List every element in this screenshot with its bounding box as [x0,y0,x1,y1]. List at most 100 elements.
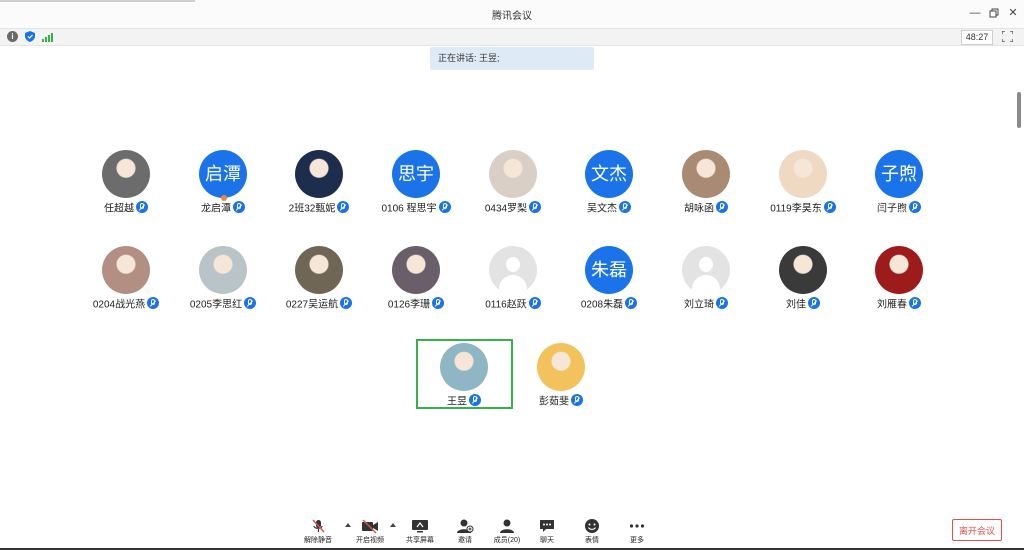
participant-name-row: 0208朱磊 [564,294,654,311]
scrollbar-thumb[interactable] [1017,92,1021,128]
participant-name-row: 0106 程思宇 [371,198,461,215]
participant-tile[interactable]: 启潭 龙启潭 [178,150,268,220]
reactions-button[interactable]: 表情 [570,518,614,548]
invite-label: 邀请 [458,537,472,544]
members-button[interactable]: 成员(20) [485,518,529,548]
participant-tile[interactable]: 0204战光燕 [81,246,171,316]
fullscreen-icon[interactable] [1002,31,1013,42]
avatar [199,246,247,294]
participant-name: 刘雁春 [877,299,907,311]
mic-muted-icon [233,200,245,213]
participant-tile[interactable]: 任超越 [81,150,171,220]
avatar: 文杰 [585,150,633,198]
more-button[interactable]: 更多 [615,518,659,548]
participant-name-row: 吴文杰 [564,198,654,214]
title-strip [0,0,195,2]
participant-name-row: 0204战光燕 [81,294,171,311]
avatar [682,150,730,198]
mic-muted-icon [136,200,148,213]
avatar: 启潭 [199,150,247,198]
participant-name-row: 0116赵跃 [468,294,558,311]
avatar [102,150,150,198]
default-avatar-body [692,275,720,294]
invite-button[interactable]: 邀请 [443,518,487,548]
signal-icon[interactable] [42,32,54,42]
mic-muted-icon [619,200,631,213]
participant-name: 0106 程思宇 [381,203,437,215]
mic-muted-icon [909,296,921,309]
participant-tile[interactable]: 思宇 0106 程思宇 [371,150,461,220]
mic-muted-icon [716,296,728,309]
title-bar: 腾讯会议 — ✕ [0,0,1024,28]
start-video-label: 开启视频 [356,537,384,544]
participant-name-row: 刘雁春 [854,294,944,311]
participant-tile[interactable]: 刘雁春 [854,246,944,316]
chat-label: 聊天 [540,537,554,544]
participant-tile[interactable]: 文杰 吴文杰 [564,150,654,220]
avatar [537,343,585,391]
participant-name-row: 龙启潭 [178,198,268,215]
more-label: 更多 [630,537,644,544]
participant-tile[interactable]: 0126李珊 [371,246,461,316]
participant-tile[interactable]: 彭茹斐 [516,343,606,413]
leave-meeting-button[interactable]: 离开会议 [952,519,1002,541]
video-options-caret[interactable] [390,523,396,527]
avatar [295,246,343,294]
participant-tile[interactable]: 0119李昊东 [758,150,848,220]
participant-tile[interactable]: 0434罗梨 [468,150,558,220]
unmute-label: 解除静音 [304,537,332,544]
participant-name-row: 胡咏函 [661,198,751,214]
unmute-button[interactable]: 解除静音 [296,518,340,548]
default-avatar-head [699,257,713,272]
participant-name: 0204战光燕 [92,299,146,311]
participant-tile[interactable]: 0227吴运航 [274,246,364,316]
participant-name: 0126李珊 [387,299,431,311]
share-screen-icon [412,520,428,533]
participant-name: 0116赵跃 [485,299,527,311]
members-label: 成员(20) [493,537,521,544]
participant-tile[interactable]: 刘立琦 [661,246,751,316]
mic-muted-icon [147,296,160,309]
participant-tile[interactable]: 2班32甄妮 [274,150,364,220]
participant-tile[interactable]: 子煦 闫子煦 [854,150,944,220]
avatar [295,150,343,198]
participant-name-row: 任超越 [81,198,171,214]
avatar: 子煦 [875,150,923,198]
participant-tile[interactable]: 胡咏函 [661,150,751,220]
start-video-button[interactable]: 开启视频 [348,518,392,548]
avatar [779,246,827,294]
mic-muted-icon [823,200,836,213]
emoji-icon [585,519,599,533]
restore-icon[interactable] [987,6,1001,20]
participant-name: 0208朱磊 [580,299,624,311]
participant-tile[interactable]: 朱磊 0208朱磊 [564,246,654,316]
participant-name-row: 0119李昊东 [758,198,848,214]
shield-icon[interactable] [25,31,35,42]
default-avatar-body [499,275,527,294]
participant-tile[interactable]: 0205李思红 [178,246,268,316]
participant-name: 龙启潭 [201,203,231,215]
participant-name: 0227吴运航 [285,299,339,311]
info-icon[interactable]: i [7,31,18,42]
close-icon[interactable]: ✕ [1006,6,1020,20]
minimize-icon[interactable]: — [968,6,982,20]
participant-name: 2班32甄妮 [288,203,336,215]
mic-muted-icon [244,296,257,309]
participant-name-row: 0227吴运航 [274,294,364,311]
participant-name-row: 闫子煦 [854,198,944,215]
active-speaker-frame [416,339,513,409]
status-bar: i 48:27 [0,28,1024,46]
avatar [779,150,827,198]
participant-name: 闫子煦 [877,203,907,215]
participant-name: 彭茹斐 [539,396,569,408]
more-icon [629,524,645,528]
participant-tile[interactable]: 0116赵跃 [468,246,558,316]
mic-muted-icon [716,200,728,213]
avatar: 思宇 [392,150,440,198]
participant-name-row: 刘立琦 [661,294,751,310]
window-title: 腾讯会议 [492,11,532,22]
chat-button[interactable]: 聊天 [525,518,569,548]
share-screen-button[interactable]: 共享屏幕 [398,518,442,548]
participant-tile[interactable]: 刘佳 [758,246,848,316]
participant-name: 0205李思红 [189,299,243,311]
